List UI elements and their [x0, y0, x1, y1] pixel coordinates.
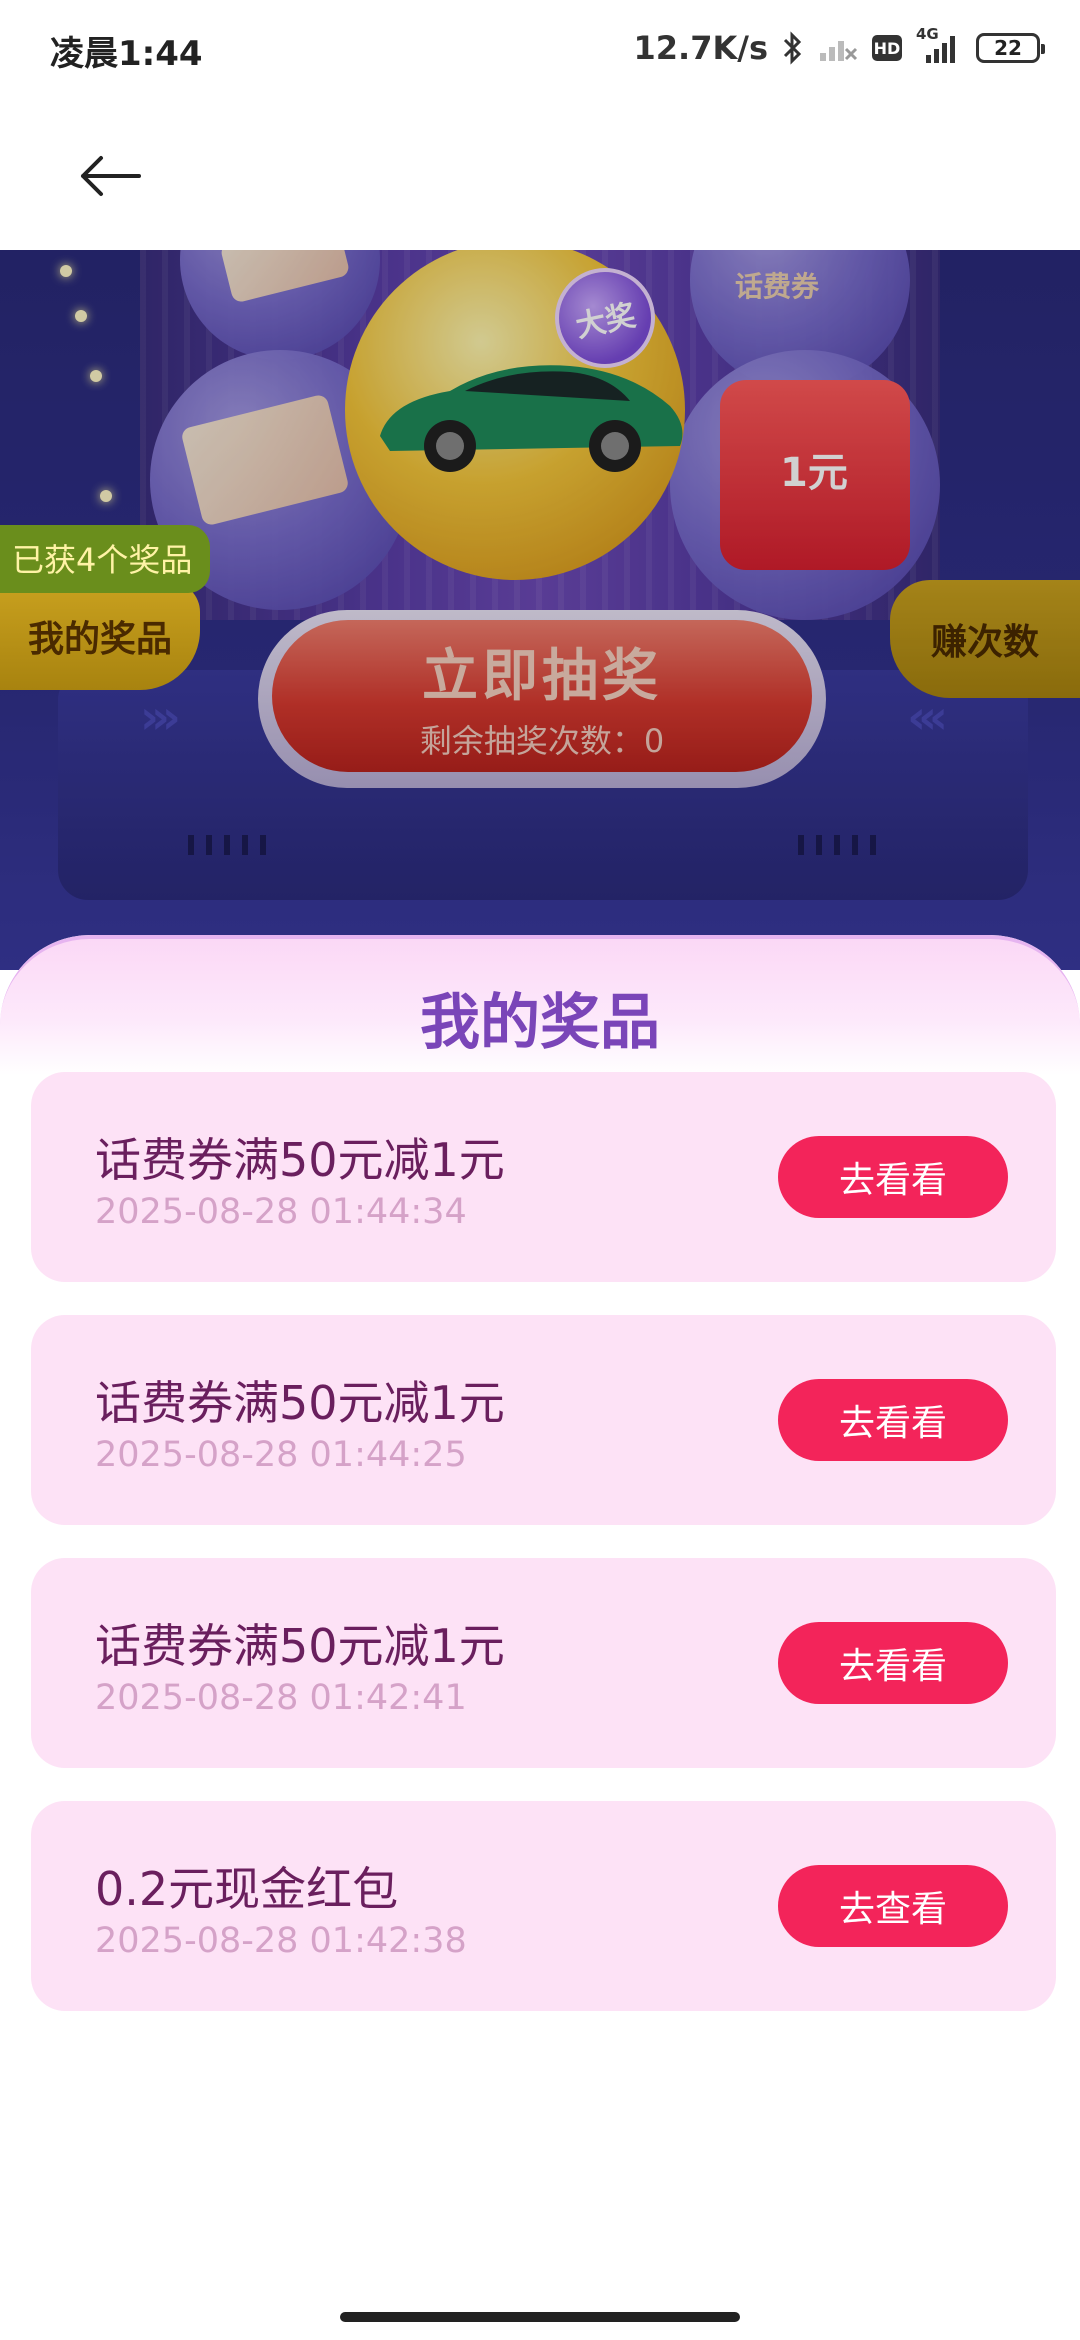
- status-bar: 凌晨1:44 12.7K/s HD 4G 22: [0, 0, 1080, 96]
- view-cash-button[interactable]: 去查看: [778, 1865, 1008, 1947]
- prize-item: 话费券满50元减1元 2025-08-28 01:44:34 去看看: [31, 1072, 1056, 1282]
- wifi-off-icon: [818, 33, 858, 63]
- bluetooth-icon: [782, 31, 804, 65]
- prize-time: 2025-08-28 01:44:25: [95, 1435, 467, 1475]
- net-speed: 12.7K/s: [633, 29, 768, 67]
- prize-time: 2025-08-28 01:44:34: [95, 1192, 467, 1232]
- home-indicator[interactable]: [340, 2312, 740, 2322]
- hd-icon: HD: [872, 35, 902, 61]
- view-prize-button[interactable]: 去看看: [778, 1622, 1008, 1704]
- lottery-machine: 话费券 1元 大奖 ››› ‹‹‹ 立即抽奖 剩余抽奖次数：0 已获4个奖品 我…: [0, 250, 1080, 970]
- prize-time: 2025-08-28 01:42:38: [95, 1921, 467, 1961]
- battery-level: 22: [994, 36, 1022, 60]
- prize-name: 0.2元现金红包: [95, 1862, 399, 1916]
- prize-item: 话费券满50元减1元 2025-08-28 01:44:25 去看看: [31, 1315, 1056, 1525]
- network-type: 4G: [916, 25, 939, 43]
- prize-item: 0.2元现金红包 2025-08-28 01:42:38 去查看: [31, 1801, 1056, 2011]
- prizes-sheet: 我的奖品 话费券满50元减1元 2025-08-28 01:44:34 去看看 …: [0, 935, 1080, 2340]
- view-prize-button[interactable]: 去看看: [778, 1379, 1008, 1461]
- signal-icon: 4G: [916, 25, 962, 65]
- status-icons: 12.7K/s HD 4G 22: [633, 24, 1045, 72]
- back-button[interactable]: [70, 136, 150, 216]
- status-time: 凌晨1:44: [50, 34, 203, 74]
- won-count-tag: 已获4个奖品: [0, 525, 211, 593]
- prize-name: 话费券满50元减1元: [95, 1376, 505, 1430]
- arrow-left-icon: [81, 156, 141, 196]
- nav-bar: [0, 96, 1080, 250]
- sheet-title: 我的奖品: [420, 988, 660, 1058]
- view-prize-button[interactable]: 去看看: [778, 1136, 1008, 1218]
- prize-item: 话费券满50元减1元 2025-08-28 01:42:41 去看看: [31, 1558, 1056, 1768]
- sheet-header: 我的奖品: [0, 935, 1080, 1075]
- prize-time: 2025-08-28 01:42:41: [95, 1678, 467, 1718]
- prize-list: 话费券满50元减1元 2025-08-28 01:44:34 去看看 话费券满5…: [31, 1072, 1056, 2044]
- prize-name: 话费券满50元减1元: [95, 1133, 505, 1187]
- prize-name: 话费券满50元减1元: [95, 1619, 505, 1673]
- battery-icon: 22: [976, 33, 1045, 63]
- my-prizes-button[interactable]: 我的奖品: [0, 582, 200, 690]
